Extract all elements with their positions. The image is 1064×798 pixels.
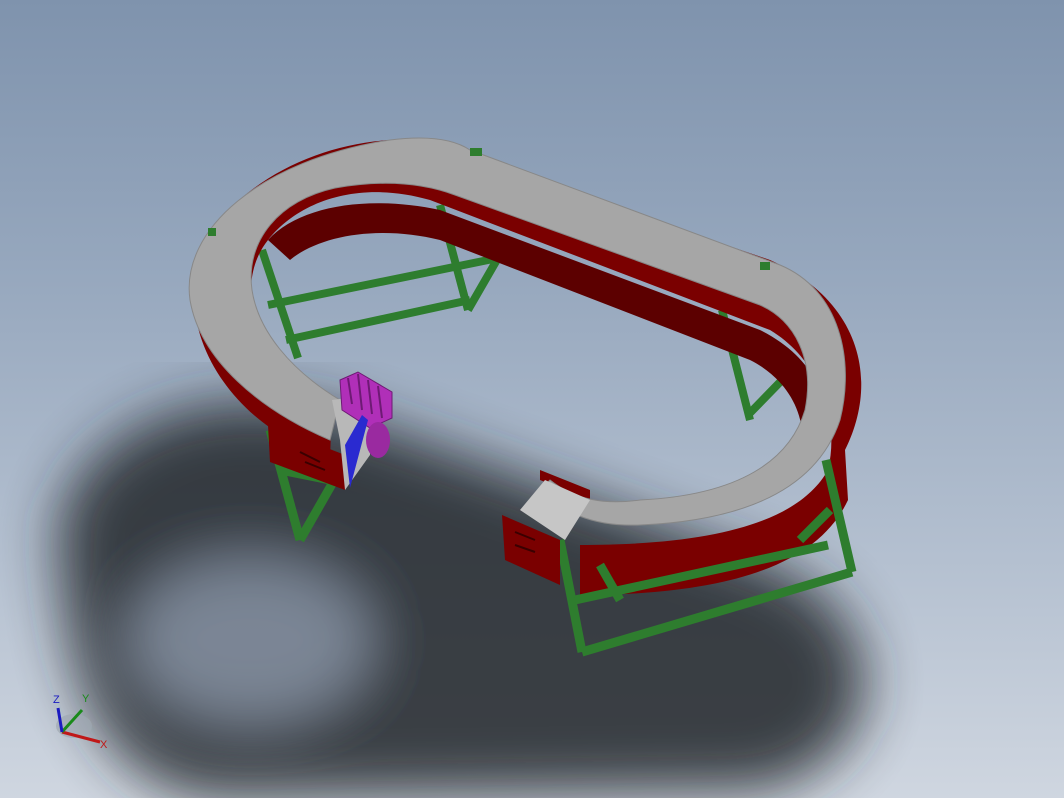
conveyor-model-scene[interactable] [0,0,1064,798]
orientation-triad[interactable]: X Y Z [44,688,114,754]
x-axis-label: X [100,739,108,751]
z-axis-label: Z [53,694,60,706]
cad-viewport[interactable]: X Y Z [0,0,1064,798]
y-axis-label: Y [82,693,90,705]
